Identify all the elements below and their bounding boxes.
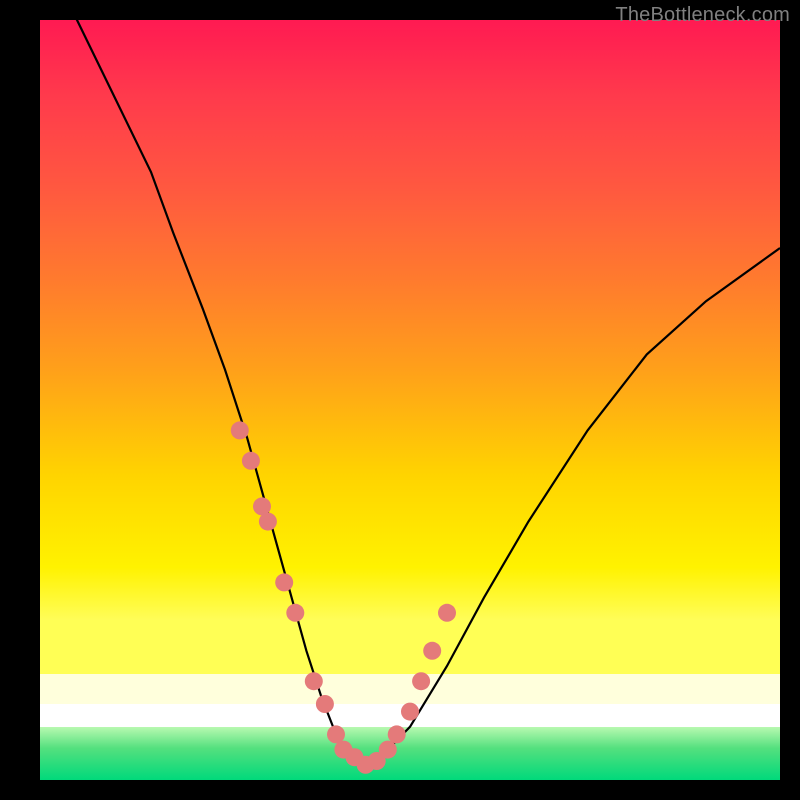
plot-area [40, 20, 780, 780]
curve-layer [40, 20, 780, 780]
dot [305, 672, 323, 690]
dot [379, 741, 397, 759]
highlighted-dots [231, 421, 456, 773]
dot [242, 452, 260, 470]
dot [438, 604, 456, 622]
dot [412, 672, 430, 690]
dot [401, 703, 419, 721]
dot [316, 695, 334, 713]
watermark-text: TheBottleneck.com [615, 4, 790, 27]
dot [275, 573, 293, 591]
dot [231, 421, 249, 439]
chart-frame: TheBottleneck.com [0, 0, 800, 800]
dot [259, 513, 277, 531]
dot [388, 725, 406, 743]
dot [423, 642, 441, 660]
dot [286, 604, 304, 622]
bottleneck-curve [40, 20, 780, 765]
